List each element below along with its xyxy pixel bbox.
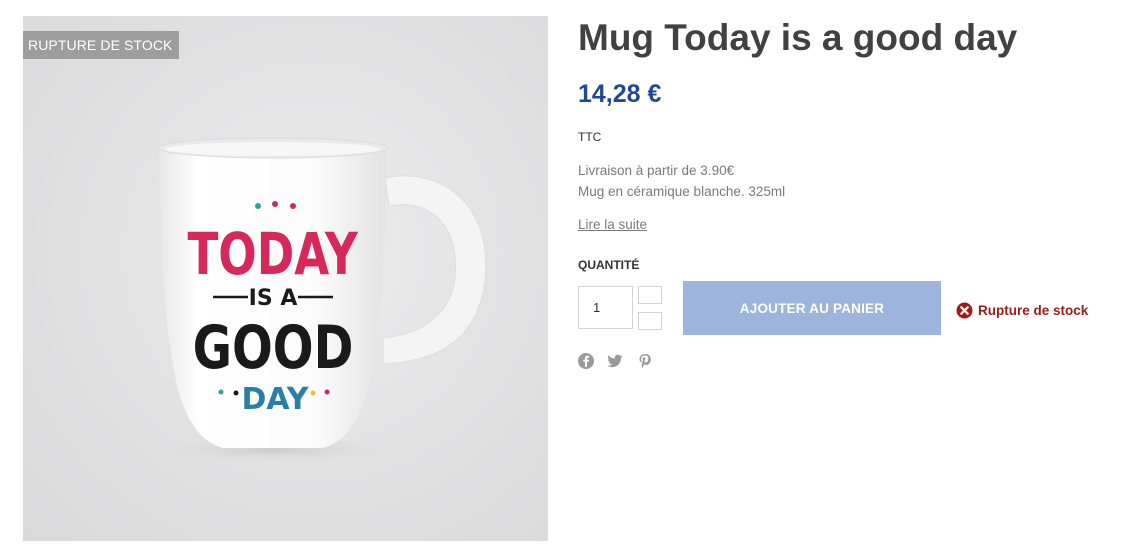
mug-text-is-a: IS A (249, 286, 298, 311)
decor-dot (324, 389, 330, 395)
quantity-label: QUANTITÉ (578, 258, 640, 272)
availability-status: Rupture de stock (956, 302, 1088, 319)
decor-dot (255, 203, 261, 209)
product-price: 14,28 € (578, 80, 662, 108)
description-line: Mug en céramique blanche. 325ml (578, 184, 786, 199)
decor-dot (218, 389, 224, 395)
decor-dot (310, 390, 316, 396)
add-to-cart-button[interactable]: AJOUTER AU PANIER (683, 281, 941, 335)
decor-dot (272, 201, 278, 207)
mug-text-today: TODAY (187, 222, 358, 289)
close-circle-icon (956, 302, 973, 319)
read-more-link[interactable]: Lire la suite (578, 217, 647, 232)
facebook-icon[interactable] (577, 352, 595, 370)
quantity-decrease-button[interactable] (638, 312, 662, 330)
pinterest-icon[interactable] (636, 352, 654, 370)
quantity-increase-button[interactable] (638, 286, 662, 304)
mug-illustration: TODAY IS A GOOD DAY (153, 137, 487, 462)
decor-dot (233, 390, 239, 396)
mug-text-good: GOOD (193, 313, 354, 383)
twitter-icon[interactable] (606, 352, 624, 370)
product-description: Livraison à partir de 3.90€ Mug en céram… (578, 160, 785, 202)
product-image[interactable]: TODAY IS A GOOD DAY RUPTURE DE STOCK (23, 16, 548, 541)
availability-text: Rupture de stock (978, 303, 1089, 318)
mug-text-day: DAY (242, 382, 310, 417)
product-title: Mug Today is a good day (578, 17, 1018, 58)
tax-label: TTC (578, 130, 602, 144)
decor-dot (290, 203, 296, 209)
description-line: Livraison à partir de 3.90€ (578, 163, 735, 178)
quantity-input[interactable] (578, 286, 633, 329)
out-of-stock-badge: RUPTURE DE STOCK (23, 31, 180, 59)
